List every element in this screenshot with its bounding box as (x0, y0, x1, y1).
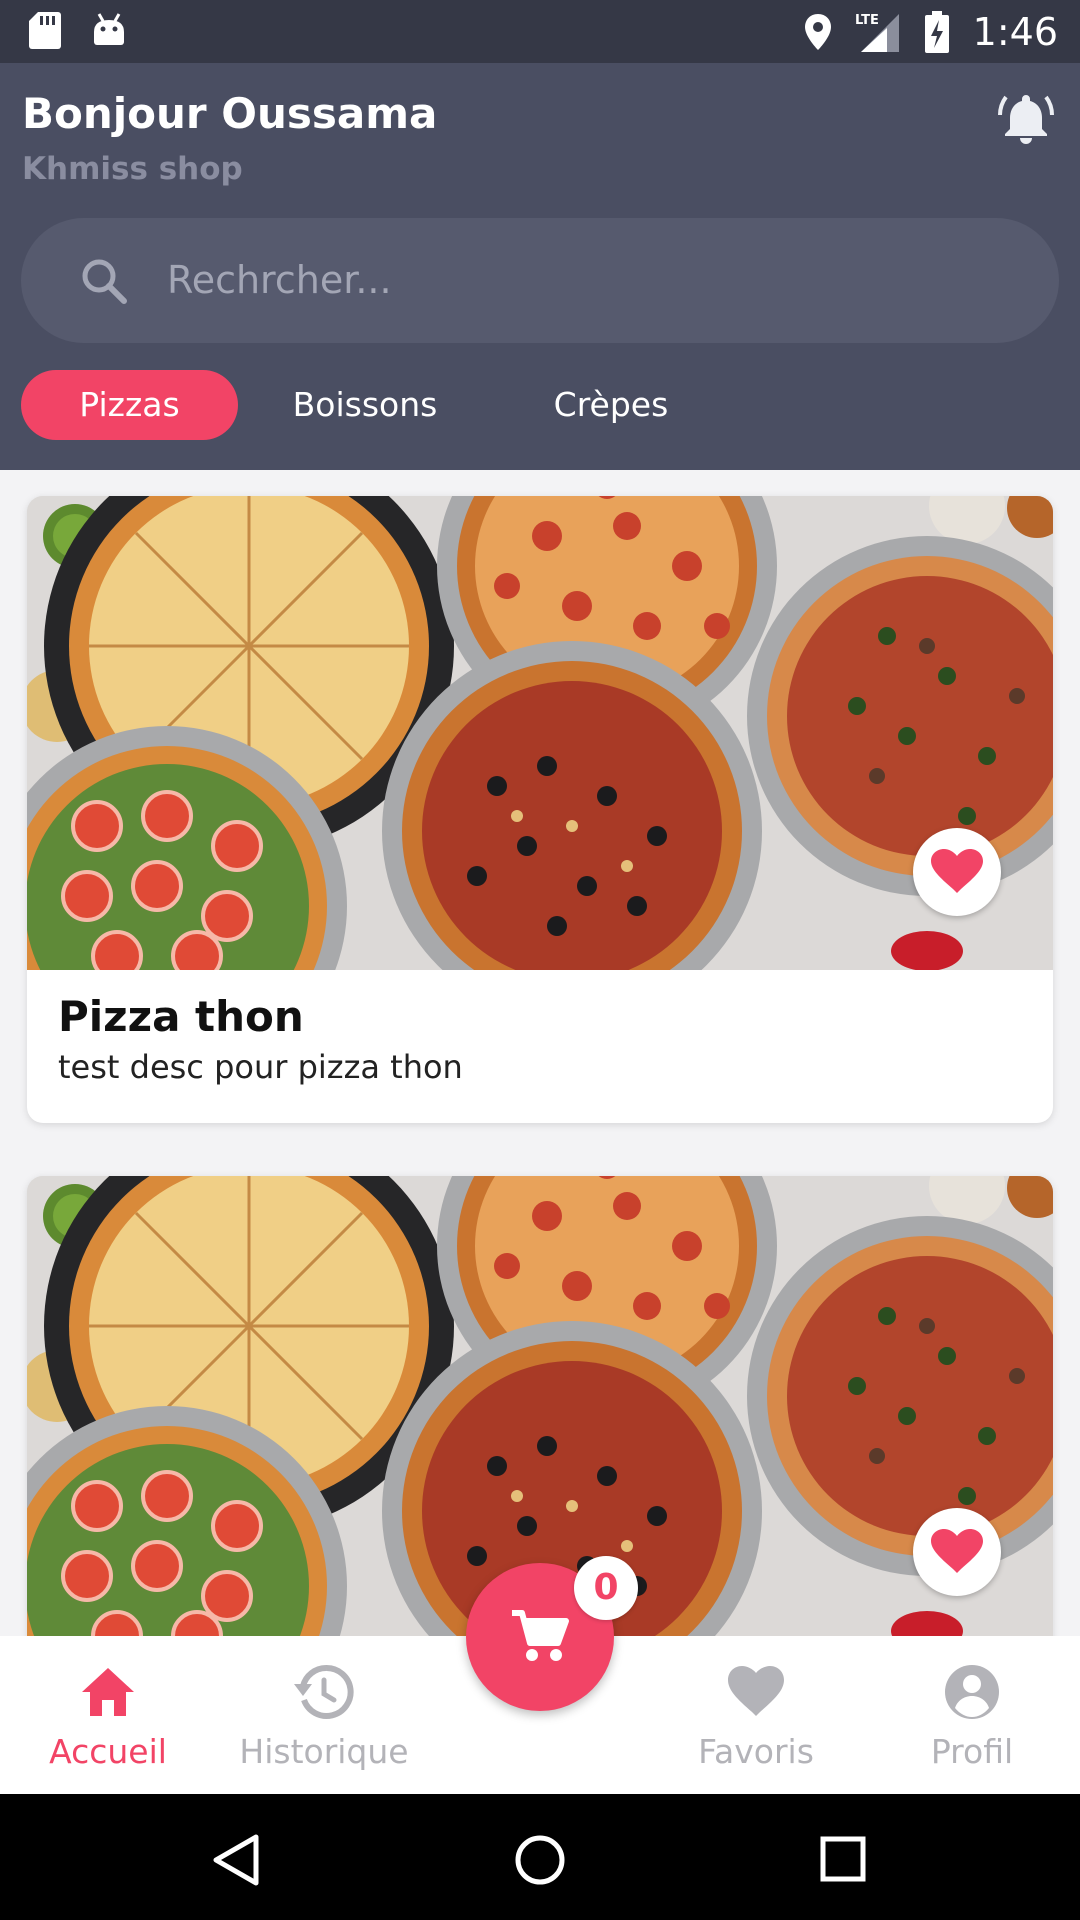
product-description: test desc pour pizza thon (58, 1048, 463, 1086)
nav-label: Profil (930, 1732, 1014, 1771)
search-input[interactable] (167, 248, 1027, 312)
back-icon[interactable] (212, 1834, 260, 1886)
bell-ringing-icon[interactable] (996, 87, 1056, 147)
home-icon (82, 1668, 134, 1716)
history-icon (294, 1664, 354, 1719)
android-icon (94, 13, 124, 45)
home-circle-icon[interactable] (514, 1834, 566, 1886)
network-label: LTE (855, 13, 879, 28)
favorite-button[interactable] (913, 1508, 1001, 1596)
search-icon (82, 259, 127, 304)
nav-label: Accueil (49, 1732, 167, 1771)
heart-icon (931, 1529, 983, 1573)
location-icon (804, 13, 831, 50)
tab-crepes[interactable]: Crèpes (511, 370, 711, 440)
greeting-title: Bonjour Oussama (22, 89, 438, 138)
nav-profil[interactable]: Profil (864, 1636, 1080, 1794)
tab-boissons[interactable]: Boissons (265, 370, 465, 440)
battery-charging-icon (924, 10, 949, 53)
cart-count-badge: 0 (574, 1556, 638, 1620)
heart-icon (931, 849, 983, 893)
nav-label: Historique (239, 1732, 409, 1771)
product-title: Pizza thon (58, 992, 304, 1041)
account-circle-icon (945, 1665, 999, 1719)
status-bar: LTE 1:46 (0, 0, 1080, 63)
system-navigation-bar (0, 1794, 1080, 1920)
nav-accueil[interactable]: Accueil (0, 1636, 216, 1794)
shop-name: Khmiss shop (22, 151, 243, 187)
status-time: 1:46 (972, 9, 1058, 54)
nav-historique[interactable]: Historique (216, 1636, 432, 1794)
tab-pizzas[interactable]: Pizzas (21, 370, 238, 440)
recents-icon[interactable] (820, 1836, 866, 1882)
search-bar[interactable] (21, 218, 1059, 343)
nav-label: Favoris (698, 1732, 814, 1771)
product-card[interactable]: Pizza thon test desc pour pizza thon (27, 496, 1053, 1123)
nav-favoris[interactable]: Favoris (648, 1636, 864, 1794)
signal-icon: LTE (855, 13, 899, 52)
heart-icon (728, 1666, 784, 1716)
cart-icon (512, 1610, 569, 1661)
header: Bonjour Oussama Khmiss shop Pizzas Boiss… (0, 63, 1080, 470)
sd-card-icon (29, 12, 61, 49)
product-image (27, 496, 1053, 970)
favorite-button[interactable] (913, 828, 1001, 916)
